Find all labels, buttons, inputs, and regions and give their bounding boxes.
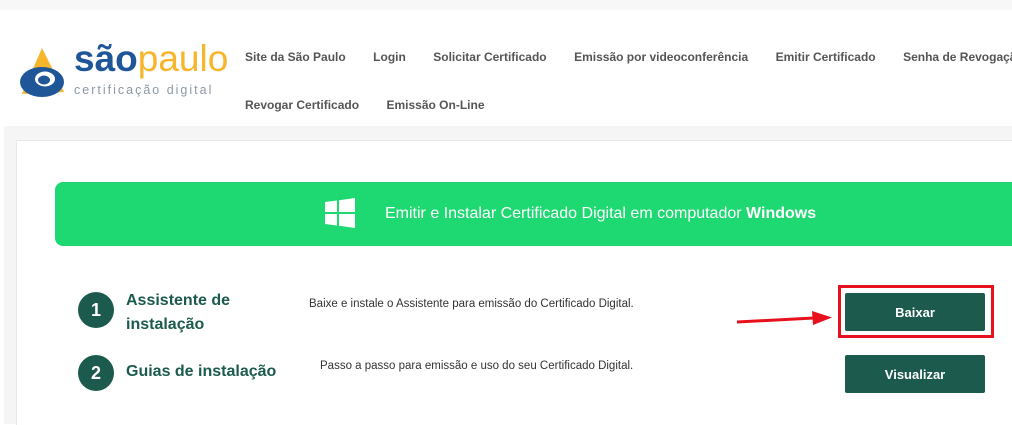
nav-link-emitir[interactable]: Emitir Certificado: [776, 50, 876, 64]
windows-banner: Emitir e Instalar Certificado Digital em…: [55, 182, 1012, 246]
logo-wordmark: sãopaulo: [74, 38, 228, 80]
banner-bold-word: Windows: [746, 205, 817, 222]
visualizar-button[interactable]: Visualizar: [845, 355, 985, 393]
nav-link-emissao-online[interactable]: Emissão On-Line: [386, 98, 484, 112]
banner-title: Emitir e Instalar Certificado Digital em…: [385, 205, 816, 223]
nav-row-2: Revogar Certificado Emissão On-Line: [245, 96, 508, 114]
nav-link-revogar[interactable]: Revogar Certificado: [245, 98, 359, 112]
step-1-number: 1: [78, 292, 114, 328]
baixar-button[interactable]: Baixar: [845, 293, 985, 331]
red-arrow-icon: [736, 311, 832, 325]
step-2-description: Passo a passo para emissão e uso do seu …: [320, 360, 634, 372]
step-1-title: Assistente de instalação: [126, 292, 231, 333]
step-1-description: Baixe e instale o Assistente para emissã…: [309, 298, 634, 310]
step-2-number: 2: [78, 355, 114, 391]
nav-row-1: Site da São Paulo Login Solicitar Certif…: [245, 48, 1012, 66]
brand-name-bold: são: [74, 38, 138, 79]
sao-paulo-logo[interactable]: sãopaulo certificação digital: [14, 38, 228, 110]
windows-icon: [325, 198, 355, 228]
logo-mark-icon: [20, 48, 64, 97]
brand-name-light: paulo: [137, 38, 229, 79]
nav-link-solicitar[interactable]: Solicitar Certificado: [433, 50, 546, 64]
nav-link-site[interactable]: Site da São Paulo: [245, 50, 346, 64]
banner-text: Emitir e Instalar Certificado Digital em…: [385, 205, 747, 222]
nav-link-videoconferencia[interactable]: Emissão por videoconferência: [574, 50, 748, 64]
nav-link-senha-revogacao[interactable]: Senha de Revogação: [903, 50, 1012, 64]
step-2-title: Guias de instalação: [126, 363, 277, 380]
top-strip: [0, 0, 1012, 10]
nav-link-login[interactable]: Login: [373, 50, 406, 64]
brand-subtitle: certificação digital: [74, 83, 214, 97]
